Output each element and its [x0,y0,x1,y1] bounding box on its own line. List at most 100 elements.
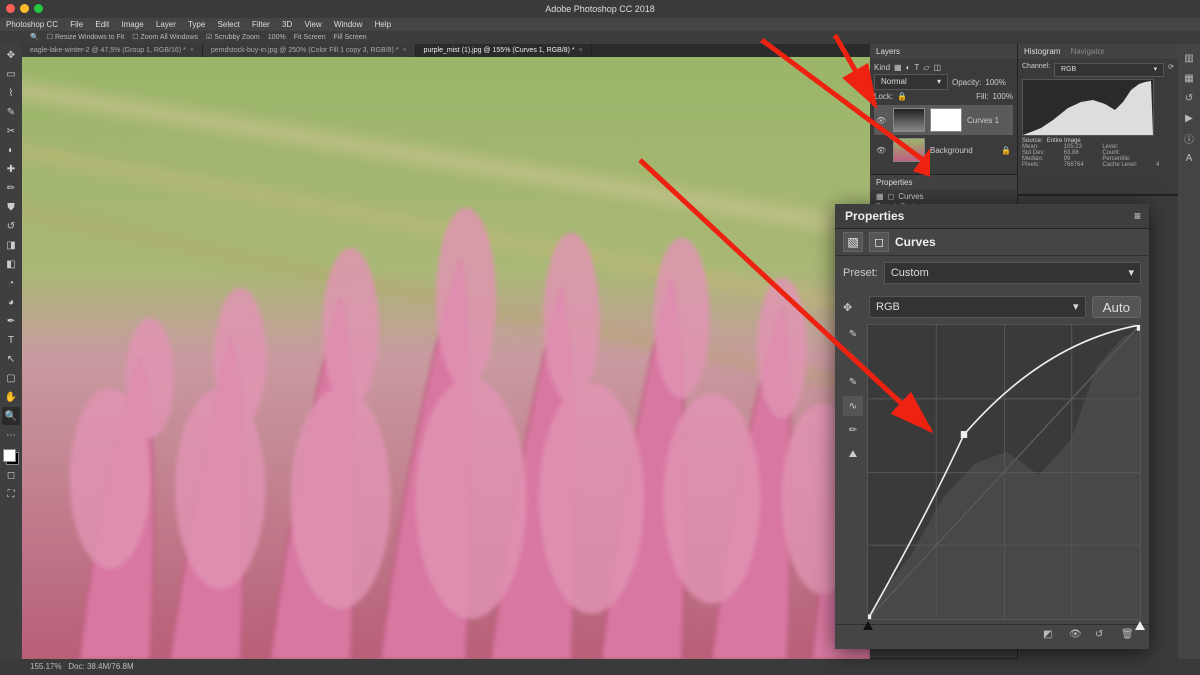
toggle-visibility-icon[interactable]: 👁 [1069,629,1087,645]
properties-floating-panel[interactable]: Properties ≡ ▧ ◻ Curves Preset: Custom▾ … [835,204,1149,649]
target-adjust-icon[interactable]: ✥ [843,301,863,314]
stamp-tool-icon[interactable]: ⛊ [2,198,20,216]
maximize-icon[interactable] [34,4,43,13]
reset-icon[interactable]: ↺ [1095,629,1113,645]
dodge-tool-icon[interactable]: ◕ [2,293,20,311]
quick-select-tool-icon[interactable]: ✎ [2,103,20,121]
menu-item[interactable]: Filter [252,20,270,29]
delete-icon[interactable]: 🗑 [1121,629,1139,645]
panel-tab[interactable]: Histogram [1024,47,1060,56]
zoom-tool-icon[interactable]: 🔍 [30,31,39,44]
opt-check[interactable]: ☐ Zoom All Windows [132,31,198,44]
fill-value[interactable]: 100% [993,92,1013,101]
zoom-level[interactable]: 155.17% [30,662,62,671]
blur-tool-icon[interactable]: ◔ [2,274,20,292]
marquee-tool-icon[interactable]: ▭ [2,65,20,83]
pen-tool-icon[interactable]: ✒ [2,312,20,330]
black-point-slider[interactable] [863,621,873,630]
eyedropper-tool-icon[interactable]: ◐ [2,141,20,159]
healing-tool-icon[interactable]: ✚ [2,160,20,178]
menu-item[interactable]: Photoshop CC [6,20,58,29]
opt-check[interactable]: ☐ Resize Windows to Fit [47,31,124,44]
panel-menu-icon[interactable]: ≡ [1134,204,1141,228]
channel-select[interactable]: RGB▾ [869,296,1086,318]
opt-btn[interactable]: Fill Screen [334,31,367,44]
channel-select[interactable]: RGB▾ [1054,63,1164,77]
type-tool-icon[interactable]: T [2,331,20,349]
window-controls[interactable] [6,4,43,13]
menu-item[interactable]: Help [375,20,391,29]
lasso-tool-icon[interactable]: ⌇ [2,84,20,102]
visibility-icon[interactable]: 👁 [876,116,888,125]
history-dock-icon[interactable]: ↺ [1181,90,1197,106]
filter-pixel-icon[interactable]: ▦ [894,63,902,72]
smooth-curve-icon[interactable]: ⛰ [843,444,863,464]
filter-smart-icon[interactable]: ◫ [933,63,941,72]
filter-adjust-icon[interactable]: ◐ [906,63,911,72]
visibility-icon[interactable]: 👁 [876,146,888,155]
menu-item[interactable]: 3D [282,20,292,29]
layer-name[interactable]: Background [930,146,973,155]
char-dock-icon[interactable]: A [1181,150,1197,166]
screenmode-icon[interactable]: ⛶ [2,485,20,503]
opt-btn[interactable]: Fit Screen [294,31,326,44]
opt-check[interactable]: ☑ Scrubby Zoom [206,31,260,44]
crop-tool-icon[interactable]: ✂ [2,122,20,140]
menu-item[interactable]: File [70,20,83,29]
opacity-value[interactable]: 100% [985,78,1005,87]
menu-item[interactable]: View [305,20,322,29]
quickmask-icon[interactable]: ◻ [2,466,20,484]
shape-tool-icon[interactable]: ▢ [2,369,20,387]
menu-item[interactable]: Type [188,20,205,29]
menu-item[interactable]: Layer [156,20,176,29]
eyedropper-gray-icon[interactable]: ✎ [843,348,863,368]
document-canvas[interactable] [22,57,870,659]
path-tool-icon[interactable]: ↖ [2,350,20,368]
menu-item[interactable]: Image [121,20,143,29]
menu-item[interactable]: Select [218,20,240,29]
eyedropper-white-icon[interactable]: ✎ [843,372,863,392]
color-swatch[interactable] [3,449,19,465]
filter-type-icon[interactable]: T [914,63,919,72]
brush-tool-icon[interactable]: ✏ [2,179,20,197]
hand-tool-icon[interactable]: ✋ [2,388,20,406]
info-dock-icon[interactable]: ⓘ [1181,130,1197,146]
document-tab[interactable]: eagle-lake-winter-2 @ 47.5% (Group 1, RG… [22,44,203,57]
curves-graph[interactable] [867,324,1141,620]
document-tab[interactable]: purple_mist (1).jpg @ 155% (Curves 1, RG… [416,44,592,57]
close-icon[interactable] [6,4,15,13]
refresh-icon[interactable]: ⟳ [1168,63,1174,77]
white-point-slider[interactable] [1135,621,1145,630]
menu-item[interactable]: Window [334,20,362,29]
close-tab-icon[interactable]: × [190,47,194,54]
move-tool-icon[interactable]: ✥ [2,46,20,64]
draw-curve-icon[interactable]: ✏ [843,420,863,440]
point-curve-icon[interactable]: ∿ [843,396,863,416]
gradient-tool-icon[interactable]: ◧ [2,255,20,273]
eyedropper-black-icon[interactable]: ✎ [843,324,863,344]
panel-tab[interactable]: Layers [876,47,900,56]
close-tab-icon[interactable]: × [402,47,406,54]
layer-name[interactable]: Curves 1 [967,116,999,125]
lock-icon[interactable]: 🔒 [897,92,907,101]
zoom-tool-icon[interactable]: 🔍 [2,407,20,425]
panel-tab[interactable]: Properties [876,178,912,187]
clip-to-layer-icon[interactable]: ◩ [1043,629,1061,645]
auto-button[interactable]: Auto [1092,296,1141,318]
panel-tab[interactable]: Navigator [1070,47,1104,56]
blend-mode-select[interactable]: Normal▾ [874,74,948,90]
mask-thumb[interactable] [930,108,962,132]
document-tab[interactable]: pemdstock-buy-in.jpg @ 250% (Color Fill … [203,44,416,57]
preset-select[interactable]: Custom▾ [884,262,1141,284]
opt-btn[interactable]: 100% [268,31,286,44]
panel-title[interactable]: Properties ≡ [835,204,1149,229]
curves-icon[interactable]: ▧ [843,232,863,252]
layer-row[interactable]: 👁 Curves 1 [874,105,1013,135]
layer-thumb[interactable] [893,138,925,162]
layer-row[interactable]: 👁 Background 🔒 [874,135,1013,165]
doc-size[interactable]: Doc: 38.4M/76.8M [68,662,133,671]
close-tab-icon[interactable]: × [579,47,583,54]
actions-dock-icon[interactable]: ▶ [1181,110,1197,126]
swatches-dock-icon[interactable]: ▦ [1181,70,1197,86]
menu-item[interactable]: Edit [95,20,109,29]
